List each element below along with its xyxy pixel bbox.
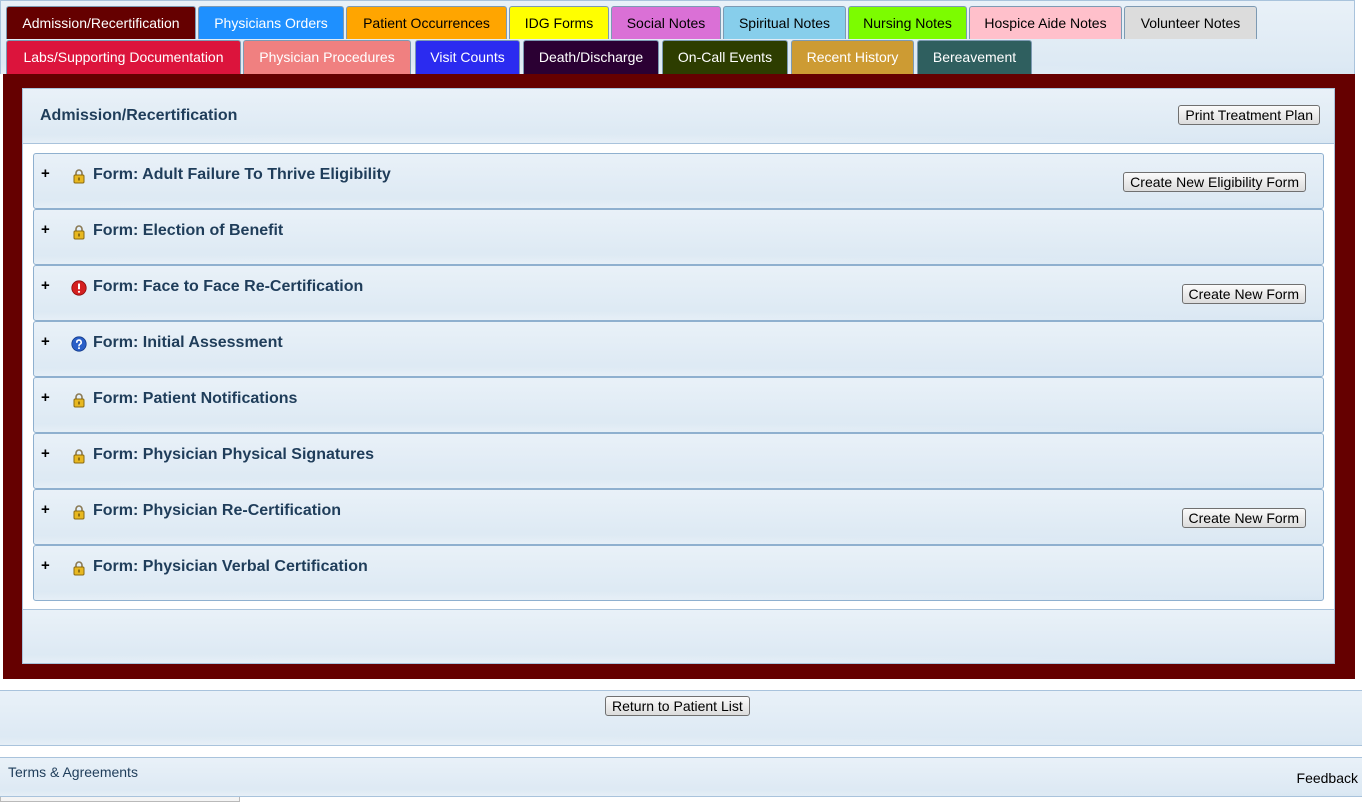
admission-panel: Admission/Recertification Print Treatmen… <box>22 88 1335 664</box>
form-row[interactable]: + Form: Physician Re-Certification Create … <box>33 489 1324 545</box>
return-bar: Return to Patient List <box>0 690 1362 746</box>
expand-icon[interactable]: + <box>41 277 50 294</box>
tab-volunteer-notes[interactable]: Volunteer Notes <box>1124 6 1257 39</box>
form-row[interactable]: + Form: Physician Physical Signatures <box>33 433 1324 489</box>
tab-nursing-notes[interactable]: Nursing Notes <box>848 6 967 39</box>
page-title: Admission/Recertification <box>40 107 238 124</box>
question-icon <box>71 336 87 352</box>
tab-labs-supporting-documentation[interactable]: Labs/Supporting Documentation <box>6 40 241 75</box>
section-header: Admission/Recertification Print Treatmen… <box>23 89 1334 144</box>
lock-icon <box>71 168 87 184</box>
print-treatment-plan-button[interactable]: Print Treatment Plan <box>1178 105 1320 125</box>
form-row[interactable]: + Form: Face to Face Re-Certification Crea… <box>33 265 1324 321</box>
lock-icon <box>71 392 87 408</box>
form-title[interactable]: Form: Adult Failure To Thrive Eligibilit… <box>93 166 391 184</box>
form-title[interactable]: Form: Physician Verbal Certification <box>93 558 368 576</box>
form-row[interactable]: + Form: Physician Verbal Certification <box>33 545 1324 601</box>
tab-visit-counts[interactable]: Visit Counts <box>415 40 520 75</box>
tab-patient-occurrences[interactable]: Patient Occurrences <box>346 6 507 39</box>
form-title[interactable]: Form: Physician Physical Signatures <box>93 446 374 464</box>
form-row[interactable]: + Form: Adult Failure To Thrive Eligibili… <box>33 153 1324 209</box>
expand-icon[interactable]: + <box>41 389 50 406</box>
tab-bar: Admission/Recertification Physicians Ord… <box>0 0 1355 75</box>
tab-death-discharge[interactable]: Death/Discharge <box>523 40 659 75</box>
form-title[interactable]: Form: Physician Re-Certification <box>93 502 341 520</box>
lock-icon <box>71 448 87 464</box>
lock-icon <box>71 504 87 520</box>
expand-icon[interactable]: + <box>41 501 50 518</box>
horizontal-scrollbar[interactable] <box>0 797 240 802</box>
expand-icon[interactable]: + <box>41 557 50 574</box>
tab-social-notes[interactable]: Social Notes <box>611 6 721 39</box>
tab-hospice-aide-notes[interactable]: Hospice Aide Notes <box>969 6 1122 39</box>
form-row[interactable]: + Form: Initial Assessment <box>33 321 1324 377</box>
tab-on-call-events[interactable]: On-Call Events <box>662 40 788 75</box>
form-row[interactable]: + Form: Election of Benefit <box>33 209 1324 265</box>
tab-recent-history[interactable]: Recent History <box>791 40 914 75</box>
tab-physician-procedures[interactable]: Physician Procedures <box>243 40 411 75</box>
section-footer <box>23 609 1334 663</box>
lock-icon <box>71 224 87 240</box>
tab-spiritual-notes[interactable]: Spiritual Notes <box>723 6 846 39</box>
expand-icon[interactable]: + <box>41 333 50 350</box>
content-frame: Admission/Recertification Print Treatmen… <box>3 74 1355 679</box>
tab-admission-recertification[interactable]: Admission/Recertification <box>6 6 196 39</box>
return-to-patient-list-button[interactable]: Return to Patient List <box>605 696 750 716</box>
tab-physicians-orders[interactable]: Physicians Orders <box>198 6 344 39</box>
expand-icon[interactable]: + <box>41 221 50 238</box>
feedback-link[interactable]: Feedback <box>1297 770 1358 786</box>
create-new-form-button[interactable]: Create New Form <box>1181 284 1306 304</box>
footer: Terms & Agreements Feedback <box>0 757 1362 797</box>
form-title[interactable]: Form: Face to Face Re-Certification <box>93 278 363 296</box>
lock-icon <box>71 560 87 576</box>
tab-idg-forms[interactable]: IDG Forms <box>509 6 609 39</box>
expand-icon[interactable]: + <box>41 165 50 182</box>
form-title[interactable]: Form: Election of Benefit <box>93 222 283 240</box>
terms-link[interactable]: Terms & Agreements <box>8 764 138 780</box>
tab-bereavement[interactable]: Bereavement <box>917 40 1032 75</box>
form-title[interactable]: Form: Patient Notifications <box>93 390 297 408</box>
expand-icon[interactable]: + <box>41 445 50 462</box>
create-new-eligibility-form-button[interactable]: Create New Eligibility Form <box>1123 172 1306 192</box>
form-title[interactable]: Form: Initial Assessment <box>93 334 283 352</box>
alert-icon <box>71 280 87 296</box>
create-new-form-button[interactable]: Create New Form <box>1181 508 1306 528</box>
form-row[interactable]: + Form: Patient Notifications <box>33 377 1324 433</box>
